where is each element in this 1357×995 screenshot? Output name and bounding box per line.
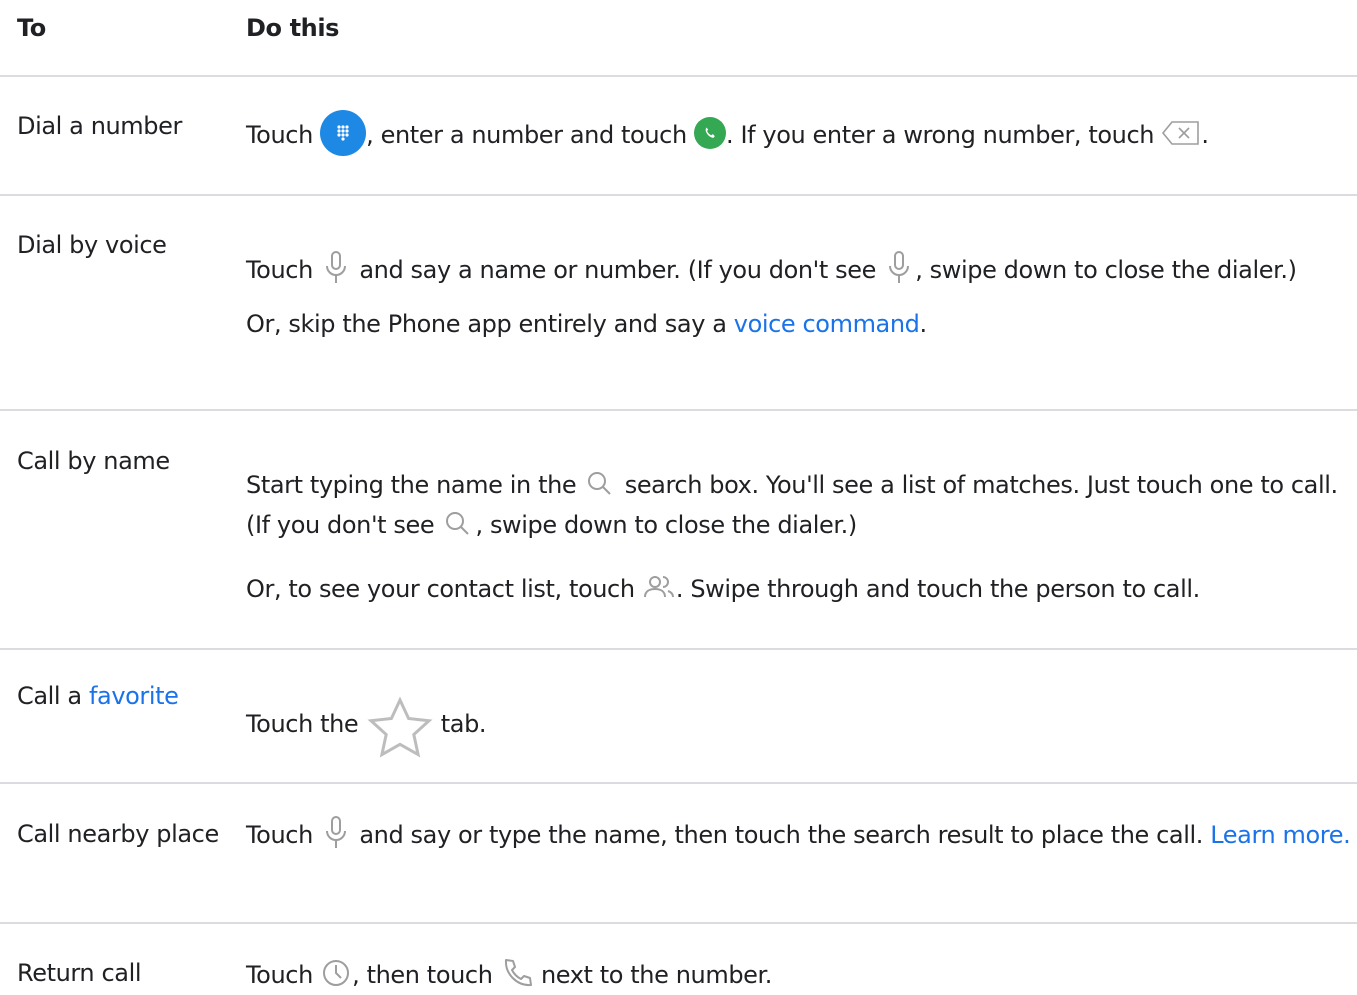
divider: [0, 648, 1357, 650]
row-call-name-desc: Start typing the name in the search box.…: [246, 465, 1351, 609]
calls-table: To Do this Dial a number Touch , enter a…: [0, 0, 1357, 992]
divider: [0, 75, 1357, 77]
header-to: To: [17, 14, 46, 42]
header-do-this: Do this: [246, 14, 340, 42]
row-call-name-label: Call by name: [17, 447, 170, 475]
row-call-nearby-label: Call nearby place: [17, 820, 219, 848]
row-call-nearby-desc: Touch and say or type the name, then tou…: [246, 815, 1351, 855]
mic-icon: [320, 814, 352, 852]
phone-icon: [500, 956, 534, 990]
learn-more-link[interactable]: Learn more.: [1210, 821, 1351, 849]
divider: [0, 194, 1357, 196]
row-call-favorite-label: Call a favorite: [17, 682, 179, 710]
backspace-icon: [1161, 120, 1201, 146]
mic-icon: [883, 249, 915, 287]
star-icon: [366, 696, 434, 758]
row-dial-voice-desc: Touch and say a name or number. (If you …: [246, 250, 1351, 344]
dialpad-icon: [320, 110, 367, 156]
divider: [0, 782, 1357, 784]
divider: [0, 409, 1357, 411]
voice-command-link[interactable]: voice command: [734, 310, 920, 338]
mic-icon: [320, 249, 352, 287]
row-dial-number-desc: Touch , enter a number and touch . If yo…: [246, 110, 1351, 159]
row-return-call-label: Return call: [17, 959, 142, 987]
favorite-link[interactable]: favorite: [89, 682, 179, 710]
search-icon: [441, 508, 475, 538]
search-icon: [583, 468, 617, 498]
clock-icon: [320, 957, 352, 989]
row-call-favorite-desc: Touch the tab.: [246, 694, 1351, 758]
row-dial-number-label: Dial a number: [17, 112, 182, 140]
contacts-icon: [642, 573, 676, 601]
row-dial-voice-label: Dial by voice: [17, 231, 167, 259]
row-return-call-desc: Touch , then touch next to the number.: [246, 955, 1351, 995]
call-icon: [694, 117, 726, 149]
divider: [0, 922, 1357, 924]
